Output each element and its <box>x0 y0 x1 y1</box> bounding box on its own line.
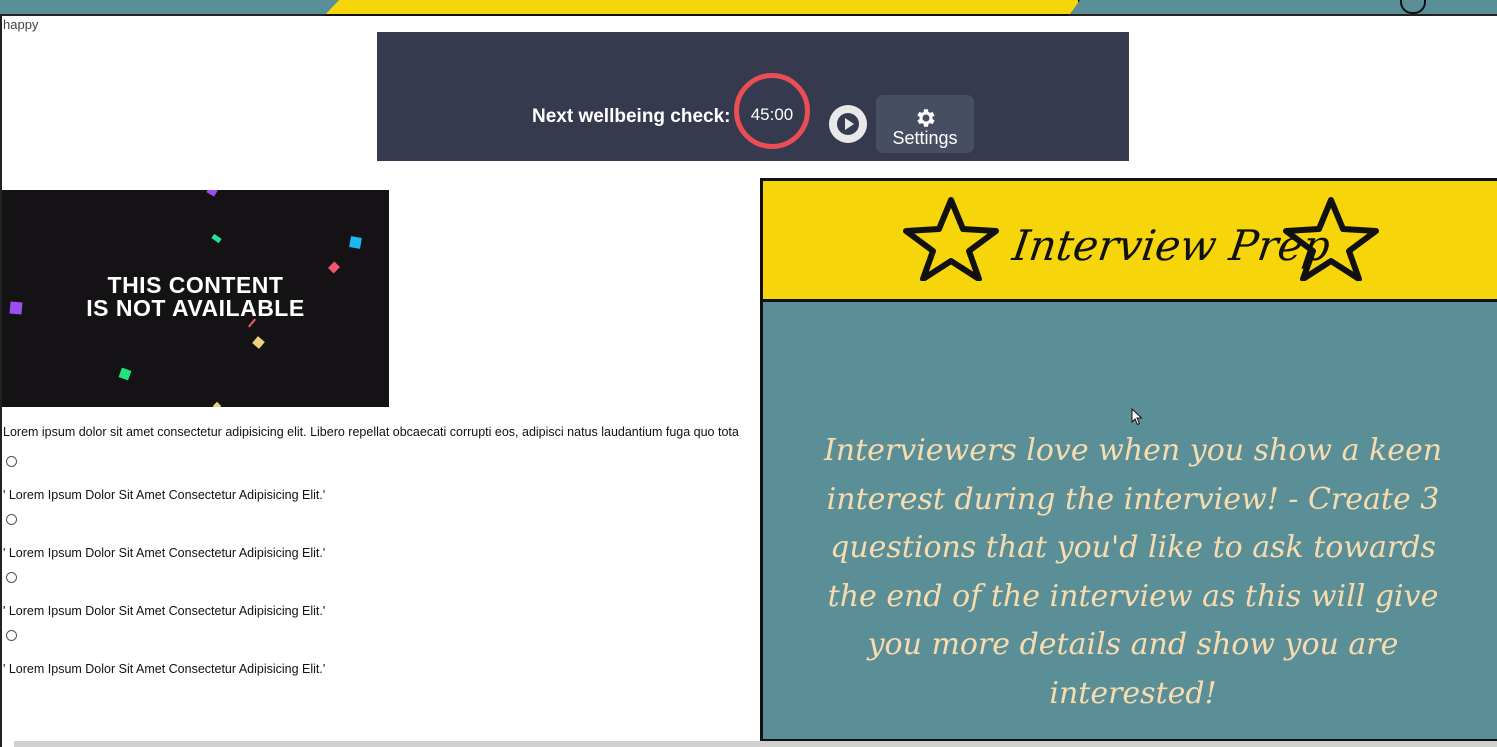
confetti-piece <box>211 233 222 244</box>
option-radio[interactable] <box>6 456 17 467</box>
video-embed[interactable]: THIS CONTENT IS NOT AVAILABLE <box>2 190 389 407</box>
confetti-piece <box>252 336 265 349</box>
video-message-line: THIS CONTENT <box>107 272 284 298</box>
option-radio[interactable] <box>6 572 17 583</box>
confetti-piece <box>349 236 362 249</box>
settings-label: Settings <box>892 128 958 148</box>
interview-prep-header: Interview Prep <box>763 181 1497 302</box>
timer-value: 45:00 <box>750 105 794 124</box>
option-label: ' Lorem Ipsum Dolor Sit Amet Consectetur… <box>3 488 326 502</box>
top-banner <box>0 0 1497 16</box>
top-banner-yellow-tab <box>324 0 1080 16</box>
star-icon <box>903 197 999 281</box>
interview-prep-body: Interviewers love when you show a keen i… <box>823 433 1443 711</box>
confetti-piece <box>327 261 341 274</box>
horizontal-scrollbar[interactable] <box>14 741 1497 747</box>
option-label: ' Lorem Ipsum Dolor Sit Amet Consectetur… <box>3 662 326 676</box>
video-message-line: IS NOT AVAILABLE <box>86 295 305 321</box>
gear-icon <box>917 109 935 127</box>
interview-prep-card: Interview Prep Interviewers love when yo… <box>760 178 1497 742</box>
broken-image-happy: happy <box>3 17 39 32</box>
video-unavailable-message: THIS CONTENT IS NOT AVAILABLE <box>2 274 389 320</box>
play-icon <box>837 113 859 135</box>
cursor-icon <box>1131 408 1143 426</box>
option-radio[interactable] <box>6 630 17 641</box>
wellbeing-timer-bar: Next wellbeing check: 45:00 Settings <box>377 32 1129 161</box>
confetti-piece <box>206 190 219 197</box>
star-icon <box>1283 197 1379 281</box>
option-label: ' Lorem Ipsum Dolor Sit Amet Consectetur… <box>3 604 326 618</box>
scribble-decoration <box>1400 0 1426 14</box>
confetti-piece <box>212 401 222 407</box>
settings-button[interactable]: Settings <box>876 95 974 153</box>
option-label: ' Lorem Ipsum Dolor Sit Amet Consectetur… <box>3 546 326 560</box>
play-button[interactable] <box>829 105 867 143</box>
confetti-piece <box>118 367 132 381</box>
timer-label: Next wellbeing check: <box>532 106 731 127</box>
lorem-paragraph: Lorem ipsum dolor sit amet consectetur a… <box>3 425 739 439</box>
option-radio[interactable] <box>6 514 17 525</box>
